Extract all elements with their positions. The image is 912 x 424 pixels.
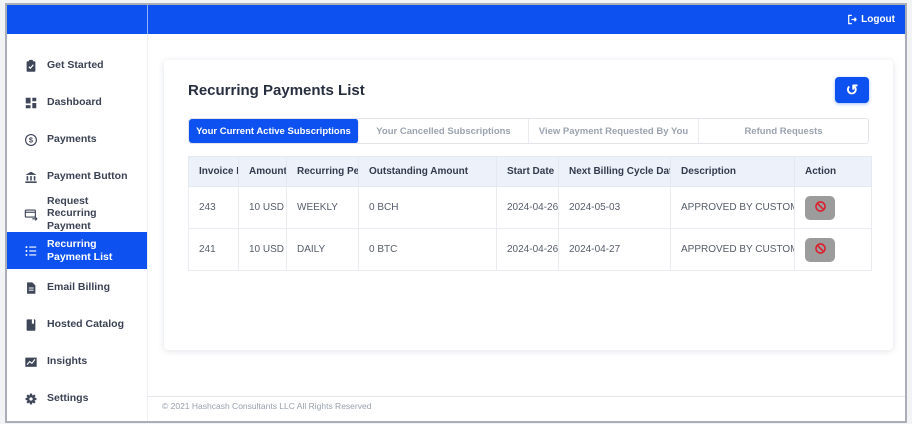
sidebar-item-hosted-catalog[interactable]: Hosted Catalog — [7, 306, 147, 343]
brand-area — [7, 5, 148, 34]
table-row: 243 10 USD WEEKLY 0 BCH 2024-04-26 2024-… — [188, 186, 872, 229]
email-billing-icon — [24, 281, 38, 295]
column-header-amount: Amount — [238, 156, 287, 187]
cell-outstanding-amount: 0 BCH — [358, 186, 497, 229]
sidebar-item-request-recurring-payment[interactable]: Request Recurring Payment — [7, 195, 147, 232]
cell-outstanding-amount: 0 BTC — [358, 228, 497, 271]
cell-action — [794, 186, 872, 229]
tab-current-active-subscriptions[interactable]: Your Current Active Subscriptions — [189, 119, 359, 143]
cell-start-date: 2024-04-26 — [496, 186, 559, 229]
history-button[interactable]: ↺ — [835, 77, 869, 103]
payment-button-icon — [24, 170, 38, 184]
sidebar: Get Started Dashboard $ Payments Payment… — [7, 34, 148, 421]
sidebar-item-label: Payment Button — [47, 170, 128, 183]
cell-next-billing-cycle-date: 2024-05-03 — [558, 186, 671, 229]
table-row: 241 10 USD DAILY 0 BTC 2024-04-26 2024-0… — [188, 228, 872, 271]
sidebar-item-label: Payments — [47, 133, 97, 146]
history-icon: ↺ — [845, 81, 859, 99]
sidebar-item-payment-button[interactable]: Payment Button — [7, 158, 147, 195]
sidebar-item-label: Dashboard — [47, 96, 102, 109]
column-header-invoice-id: Invoice ID — [188, 156, 239, 187]
logout-label: Logout — [861, 14, 895, 25]
sidebar-item-label: Hosted Catalog — [47, 318, 125, 331]
svg-text:$: $ — [29, 135, 34, 144]
cell-action — [794, 228, 872, 271]
sidebar-item-settings[interactable]: Settings — [7, 380, 147, 417]
ban-icon — [814, 242, 827, 258]
column-header-next-billing-cycle-date: Next Billing Cycle Date — [558, 156, 671, 187]
insights-icon — [24, 355, 38, 369]
sidebar-item-label: Settings — [47, 392, 89, 405]
sidebar-item-email-billing[interactable]: Email Billing — [7, 269, 147, 306]
cell-invoice-id: 243 — [188, 186, 239, 229]
get-started-icon — [24, 59, 38, 73]
payments-icon: $ — [24, 133, 38, 147]
main-area: Recurring Payments List ↺ Your Current A… — [148, 34, 905, 421]
column-header-description: Description — [670, 156, 795, 187]
cell-amount: 10 USD — [238, 228, 287, 271]
sidebar-item-payments[interactable]: $ Payments — [7, 121, 147, 158]
cell-recurring-period: DAILY — [286, 228, 359, 271]
sidebar-item-label: Email Billing — [47, 281, 111, 294]
tab-view-payment-requested[interactable]: View Payment Requested By You — [529, 119, 699, 143]
recurring-payments-card: Recurring Payments List ↺ Your Current A… — [164, 60, 893, 350]
app-window: Logout Get Started Dashboard $ Payments … — [5, 3, 907, 423]
subscription-tabs: Your Current Active Subscriptions Your C… — [188, 118, 869, 144]
dashboard-icon — [24, 96, 38, 110]
card-header: Recurring Payments List ↺ — [188, 60, 869, 103]
sidebar-item-label: Request Recurring Payment — [47, 195, 97, 232]
sidebar-item-label: Get Started — [47, 59, 104, 72]
sidebar-item-label: Recurring Payment List — [47, 238, 113, 263]
cancel-subscription-button[interactable] — [805, 237, 835, 262]
sidebar-item-recurring-payment-list[interactable]: Recurring Payment List — [7, 232, 147, 269]
request-recurring-payment-icon — [24, 207, 38, 221]
subscriptions-table: Invoice ID Amount Recurring Period Outst… — [188, 156, 872, 271]
top-bar-right: Logout — [148, 5, 905, 34]
content-area: Get Started Dashboard $ Payments Payment… — [7, 34, 905, 421]
cell-start-date: 2024-04-26 — [496, 228, 559, 271]
tab-cancelled-subscriptions[interactable]: Your Cancelled Subscriptions — [359, 119, 529, 143]
tab-refund-requests[interactable]: Refund Requests — [699, 119, 868, 143]
column-header-recurring-period: Recurring Period — [286, 156, 359, 187]
top-bar: Logout — [7, 5, 905, 34]
ban-icon — [814, 200, 827, 216]
logout-icon — [847, 14, 858, 25]
sidebar-item-dashboard[interactable]: Dashboard — [7, 84, 147, 121]
cancel-subscription-button[interactable] — [805, 195, 835, 220]
main-spacer — [148, 350, 905, 396]
column-header-outstanding-amount: Outstanding Amount — [358, 156, 497, 187]
footer: © 2021 Hashcash Consultants LLC All Righ… — [148, 396, 905, 421]
sidebar-item-get-started[interactable]: Get Started — [7, 47, 147, 84]
recurring-payment-list-icon — [24, 244, 38, 258]
column-header-action: Action — [794, 156, 872, 187]
cell-next-billing-cycle-date: 2024-04-27 — [558, 228, 671, 271]
cell-description: APPROVED BY CUSTOMER — [670, 228, 795, 271]
sidebar-item-insights[interactable]: Insights — [7, 343, 147, 380]
cell-description: APPROVED BY CUSTOMER — [670, 186, 795, 229]
page-title: Recurring Payments List — [188, 81, 365, 99]
cell-recurring-period: WEEKLY — [286, 186, 359, 229]
logout-button[interactable]: Logout — [847, 14, 895, 25]
table-header-row: Invoice ID Amount Recurring Period Outst… — [188, 156, 872, 187]
sidebar-item-label: Insights — [47, 355, 88, 368]
cell-amount: 10 USD — [238, 186, 287, 229]
copyright-text: © 2021 Hashcash Consultants LLC All Righ… — [162, 401, 372, 411]
settings-icon — [24, 392, 38, 406]
column-header-start-date: Start Date — [496, 156, 559, 187]
cell-invoice-id: 241 — [188, 228, 239, 271]
hosted-catalog-icon — [24, 318, 38, 332]
